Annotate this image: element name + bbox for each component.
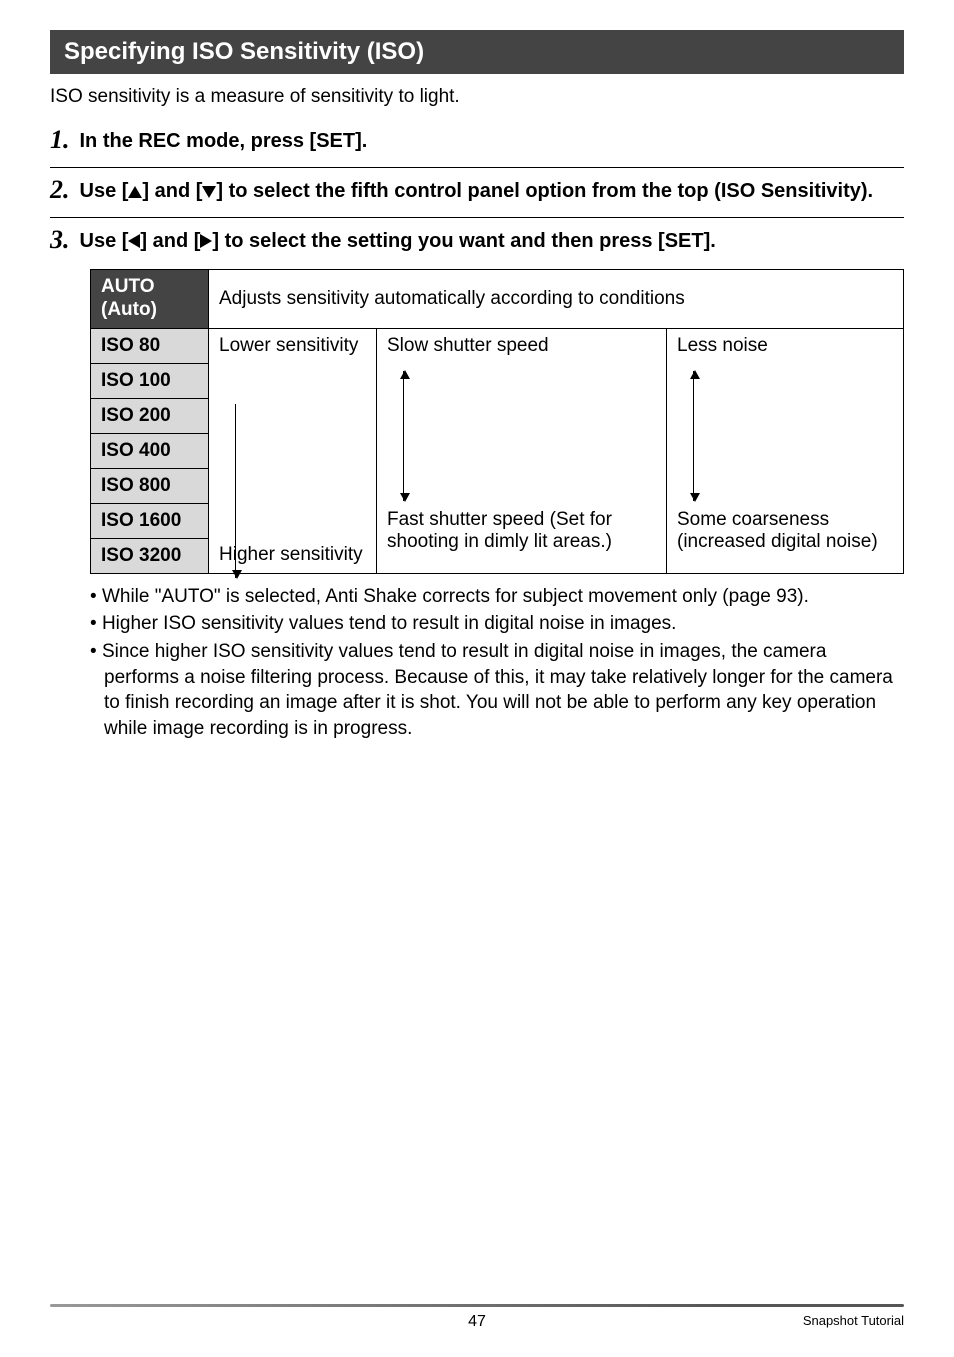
noise-top: Less noise [667, 328, 904, 363]
step-text: Use [ ] and [ ] to select the setting you … [80, 226, 716, 255]
section-header: Specifying ISO Sensitivity (ISO) [50, 30, 904, 74]
sensitivity-arrow-cell [209, 398, 377, 538]
divider [50, 217, 904, 218]
double-arrow-icon [403, 371, 404, 501]
step-1: 1. In the REC mode, press [SET]. [50, 126, 904, 163]
shutter-top: Slow shutter speed [377, 328, 667, 363]
notes-list: While "AUTO" is selected, Anti Shake cor… [90, 584, 904, 742]
intro-text: ISO sensitivity is a measure of sensitiv… [50, 86, 904, 108]
auto-label-sub: (Auto) [101, 299, 157, 320]
text-part: ] and [ [140, 230, 200, 252]
text-part: ] and [ [142, 180, 202, 202]
step-number: 3. [50, 226, 70, 255]
step-number: 1. [50, 126, 70, 155]
iso-label: ISO 800 [91, 468, 209, 503]
iso-label: ISO 200 [91, 398, 209, 433]
sensitivity-bottom: Higher sensitivity [209, 538, 377, 573]
iso-label: ISO 3200 [91, 538, 209, 573]
auto-label: AUTO [101, 276, 154, 297]
step-number: 2. [50, 176, 70, 205]
text-part: Use [ [80, 230, 129, 252]
divider [50, 167, 904, 168]
right-arrow-icon [200, 234, 212, 248]
left-arrow-icon [128, 234, 140, 248]
up-arrow-icon [128, 186, 142, 198]
noise-bottom: Some coarseness (increased digital noise… [667, 503, 904, 573]
footer-section-label: Snapshot Tutorial [803, 1313, 904, 1328]
shutter-bottom: Fast shutter speed (Set for shooting in … [377, 503, 667, 573]
double-arrow-icon [693, 371, 694, 501]
text-part: Use [ [80, 180, 129, 202]
list-item: While "AUTO" is selected, Anti Shake cor… [90, 584, 904, 610]
page-number: 47 [468, 1313, 486, 1331]
list-item: Since higher ISO sensitivity values tend… [90, 639, 904, 742]
step-text: In the REC mode, press [SET]. [80, 126, 368, 155]
footer: 47 Snapshot Tutorial [50, 1304, 904, 1333]
down-arrow-line-icon [235, 404, 236, 578]
table-row: AUTO (Auto) Adjusts sensitivity automati… [91, 270, 904, 329]
step-text: Use [ ] and [ ] to select the fifth contro… [80, 176, 874, 205]
auto-header: AUTO (Auto) [91, 270, 209, 329]
iso-label: ISO 80 [91, 328, 209, 363]
list-item: Higher ISO sensitivity values tend to re… [90, 611, 904, 637]
iso-label: ISO 100 [91, 363, 209, 398]
step-3: 3. Use [ ] and [ ] to select the setting y… [50, 226, 904, 263]
iso-label: ISO 400 [91, 433, 209, 468]
auto-description: Adjusts sensitivity automatically accord… [209, 270, 904, 329]
shutter-arrow-cell [377, 363, 667, 503]
table-row: ISO 80 Lower sensitivity Slow shutter sp… [91, 328, 904, 363]
sensitivity-top: Lower sensitivity [209, 328, 377, 398]
step-2: 2. Use [ ] and [ ] to select the fifth con… [50, 176, 904, 213]
footer-divider [50, 1304, 904, 1307]
text-part: ] to select the fifth control panel opti… [216, 180, 873, 202]
text-part: ] to select the setting you want and the… [212, 230, 715, 252]
iso-table: AUTO (Auto) Adjusts sensitivity automati… [90, 269, 904, 574]
iso-label: ISO 1600 [91, 503, 209, 538]
down-arrow-icon [202, 186, 216, 198]
noise-arrow-cell [667, 363, 904, 503]
